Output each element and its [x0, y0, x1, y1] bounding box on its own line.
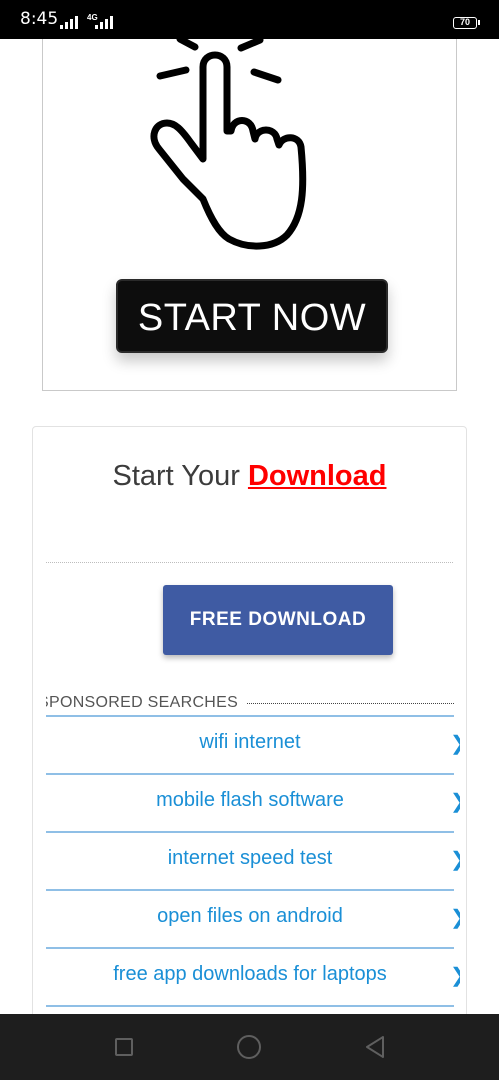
chevron-right-icon: ❯	[450, 847, 460, 872]
headline-prefix: Start Your	[112, 460, 248, 492]
chevron-right-icon: ❯	[450, 731, 460, 756]
sponsored-label: SPONSORED SEARCHES	[46, 694, 247, 712]
headline-download-link[interactable]: Download	[248, 460, 387, 492]
search-item-label: open files on android	[157, 905, 343, 927]
search-item-label: internet speed test	[167, 847, 333, 869]
download-card: Start Your Download FREE DOWNLOAD SPONSO…	[32, 426, 467, 1026]
download-headline: Start Your Download	[33, 460, 466, 493]
signal-icon	[60, 15, 78, 29]
recent-apps-icon[interactable]	[115, 1038, 133, 1056]
status-bar: 8:45 4G 70	[0, 0, 499, 39]
battery-level: 70	[459, 17, 470, 27]
chevron-right-icon: ❯	[450, 963, 460, 988]
status-time: 8:45	[20, 9, 59, 29]
divider	[46, 562, 453, 563]
search-item-label: free app downloads for laptops	[113, 963, 387, 985]
search-item-label: wifi internet	[199, 731, 301, 753]
search-item-mobile-flash-software[interactable]: mobile flash software ❯	[46, 773, 460, 833]
search-item-free-app-downloads[interactable]: free app downloads for laptops ❯	[46, 947, 460, 1007]
navigation-bar	[0, 1014, 499, 1080]
sponsored-search-list: wifi internet ❯ mobile flash software ❯ …	[46, 715, 460, 1007]
chevron-right-icon: ❯	[450, 789, 460, 814]
chevron-right-icon: ❯	[450, 905, 460, 930]
back-icon[interactable]	[364, 1035, 386, 1059]
hand-pointer-icon	[150, 39, 307, 250]
search-item-wifi-internet[interactable]: wifi internet ❯	[46, 715, 460, 775]
search-item-label: mobile flash software	[156, 789, 344, 811]
sponsored-header: SPONSORED SEARCHES	[46, 691, 454, 713]
home-icon[interactable]	[237, 1035, 261, 1059]
ad-banner[interactable]: START NOW	[42, 39, 457, 391]
search-item-open-files-on-android[interactable]: open files on android ❯	[46, 889, 460, 949]
signal-icon-secondary	[95, 15, 113, 29]
free-download-button[interactable]: FREE DOWNLOAD	[163, 585, 393, 655]
start-now-button[interactable]: START NOW	[116, 279, 388, 353]
battery-icon: 70	[453, 17, 480, 29]
search-item-internet-speed-test[interactable]: internet speed test ❯	[46, 831, 460, 891]
